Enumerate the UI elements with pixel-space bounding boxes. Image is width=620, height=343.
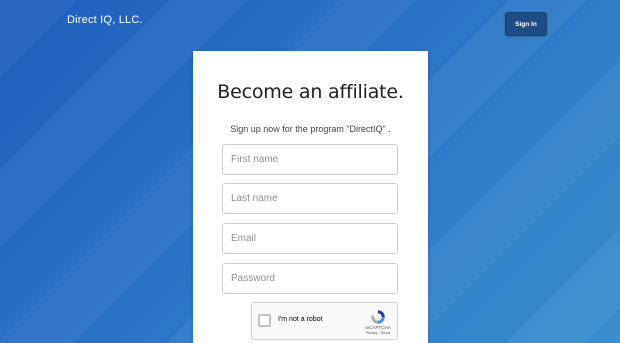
- page-subtitle: Sign up now for the program "DirectIQ" .: [230, 124, 391, 134]
- recaptcha-brand: reCAPTCHA: [365, 325, 391, 330]
- page-title: Become an affiliate.: [217, 81, 404, 103]
- first-name-field[interactable]: [222, 144, 398, 175]
- recaptcha-label: I'm not a robot: [278, 316, 323, 323]
- recaptcha-checkbox[interactable]: [258, 314, 271, 327]
- brand-link[interactable]: Direct IQ, LLC.: [67, 14, 143, 26]
- signup-card: Become an affiliate. Sign up now for the…: [193, 51, 428, 343]
- recaptcha-icon: [371, 310, 385, 324]
- recaptcha-links[interactable]: Privacy - Terms: [360, 331, 396, 335]
- last-name-field[interactable]: [222, 183, 398, 214]
- recaptcha-widget: I'm not a robot reCAPTCHA Privacy - Term…: [251, 302, 398, 340]
- email-field[interactable]: [222, 223, 398, 254]
- sign-in-button[interactable]: Sign In: [505, 12, 547, 36]
- password-field[interactable]: [222, 263, 398, 294]
